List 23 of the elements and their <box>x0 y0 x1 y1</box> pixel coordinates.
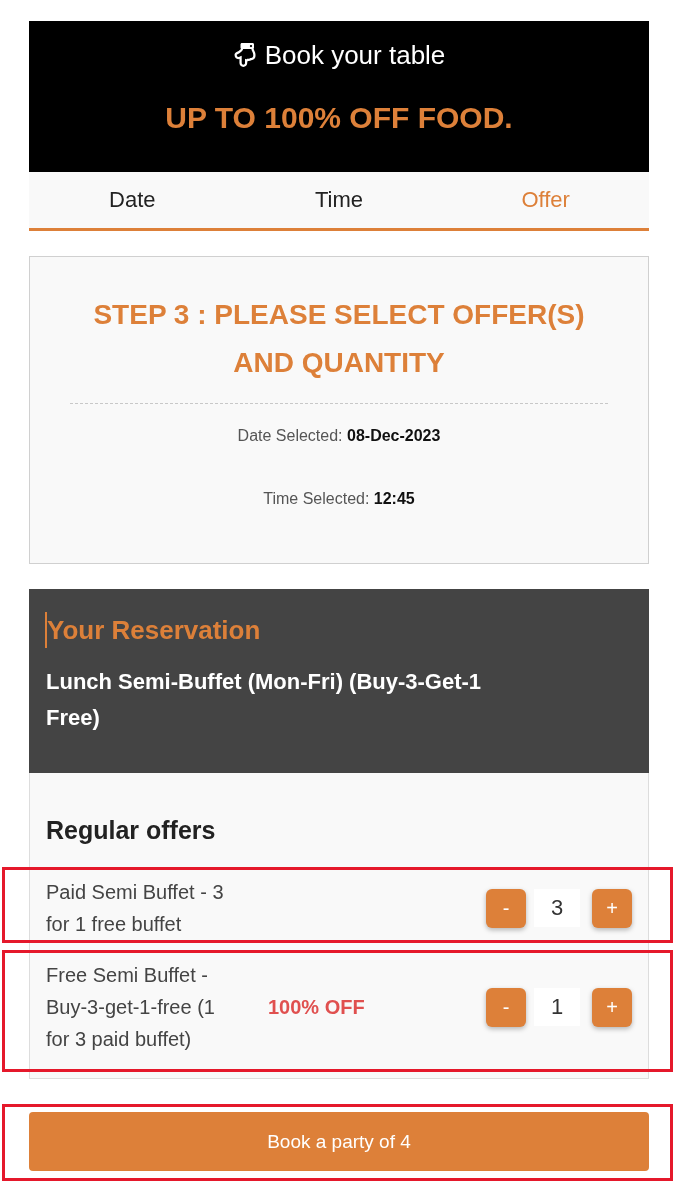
step-tab[interactable]: Date <box>29 172 236 228</box>
pointing-hand-icon <box>232 43 257 67</box>
decrease-button[interactable]: - <box>486 888 526 928</box>
header-title: Book your table <box>264 39 446 71</box>
decrease-button[interactable]: - <box>486 987 526 1027</box>
book-party-button[interactable]: Book a party of 4 <box>29 1112 649 1171</box>
increase-button[interactable]: + <box>592 888 632 928</box>
selection-detail: Date Selected: 08-Dec-2023 <box>237 427 441 444</box>
increase-button[interactable]: + <box>592 987 632 1027</box>
selection-detail: Time Selected: 12:45 <box>263 490 415 507</box>
step-tab[interactable]: Time <box>235 172 443 228</box>
text-cursor-icon <box>45 612 47 648</box>
reservation-name: Lunch Semi-Buffet (Mon-Fri) (Buy-3-Get-1 Free) <box>46 668 483 732</box>
discount-label: 100% OFF <box>268 995 365 1019</box>
step-title: STEP 3 : PLEASE SELECT OFFER(S) AND QUANTITY <box>92 298 586 380</box>
offers-heading: Regular offers <box>46 815 217 846</box>
quantity-field[interactable]: 3 <box>534 889 580 927</box>
quantity-field[interactable]: 1 <box>534 988 580 1026</box>
step-tab[interactable]: Offer <box>442 172 649 228</box>
reservation-title: Your Reservation <box>47 614 261 647</box>
offer-description: Free Semi Buffet - Buy-3-get-1-free (1 for 3 paid buffet) <box>46 963 216 1052</box>
promo-headline: UP TO 100% OFF FOOD. <box>165 100 513 136</box>
offer-description: Paid Semi Buffet - 3 for 1 free buffet <box>46 880 225 937</box>
